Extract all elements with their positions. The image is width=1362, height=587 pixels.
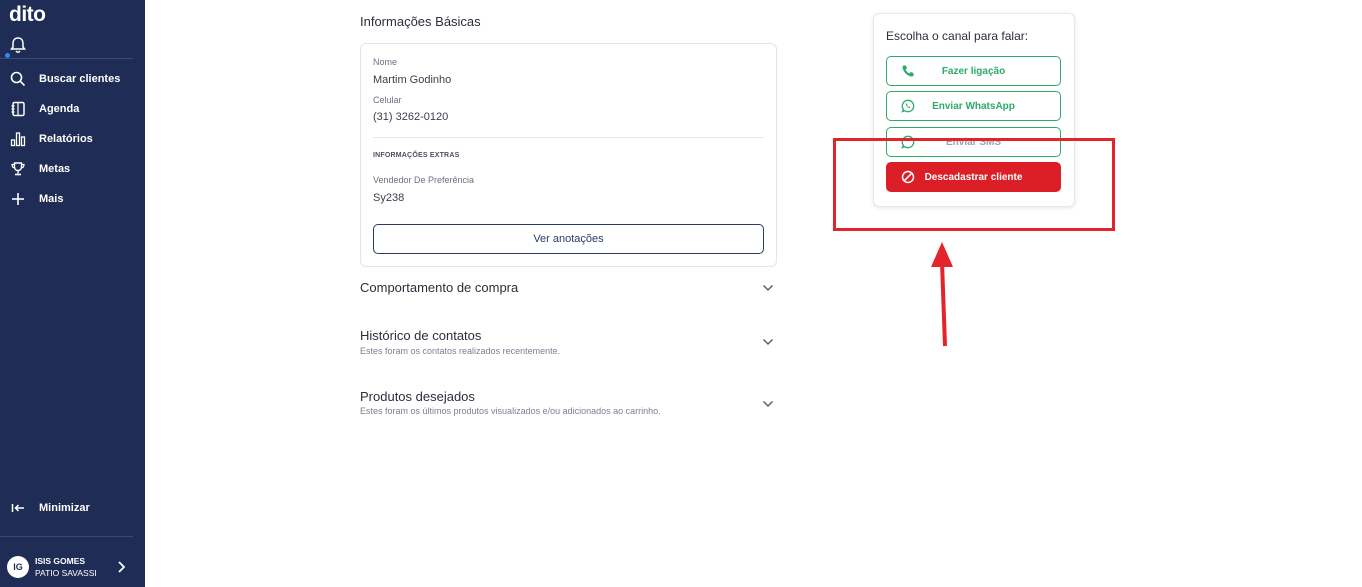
sidebar-divider [0, 536, 133, 537]
phone-icon [902, 65, 914, 77]
seller-label: Vendedor De Preferência [373, 175, 475, 185]
phone-label: Celular [373, 95, 402, 105]
sidebar-item-buscar-clientes[interactable]: Buscar clientes [0, 66, 145, 92]
sidebar-item-label: Metas [39, 163, 71, 175]
channel-title: Escolha o canal para falar: [886, 29, 1029, 43]
sidebar-item-label: Agenda [39, 103, 80, 115]
user-store: PATIO SAVASSI [35, 568, 97, 578]
view-notes-button[interactable]: Ver anotações [373, 224, 764, 254]
accordion-subtitle: Estes foram os contatos realizados recen… [360, 346, 561, 356]
card-divider [373, 137, 764, 138]
user-name: ISIS GOMES [35, 556, 86, 566]
name-label: Nome [373, 57, 398, 67]
sidebar-item-label: Buscar clientes [39, 73, 121, 85]
chevron-down-icon[interactable] [762, 338, 774, 346]
bell-icon[interactable] [9, 35, 27, 55]
search-icon [9, 70, 27, 88]
sidebar-item-mais[interactable]: Mais [0, 186, 145, 212]
accordion-contact-history[interactable]: Histórico de contatos [360, 328, 481, 343]
whatsapp-button[interactable]: Enviar WhatsApp [886, 91, 1061, 121]
avatar[interactable]: IG [7, 556, 29, 578]
sidebar-item-label: Relatórios [39, 133, 93, 145]
collapse-left-icon [9, 499, 27, 517]
sidebar: dito Buscar clientes Agenda Relatórios M… [0, 0, 145, 587]
app-logo[interactable]: dito [9, 3, 46, 27]
annotation-arrow-icon [931, 242, 953, 347]
name-value: Martim Godinho [373, 74, 452, 86]
sidebar-divider [0, 58, 133, 59]
seller-value: Sy238 [373, 192, 405, 204]
basic-info-card: Nome Martim Godinho Celular (31) 3262-01… [360, 43, 777, 267]
call-button-label: Fazer ligação [941, 65, 1006, 77]
accordion-purchase-behavior[interactable]: Comportamento de compra [360, 280, 518, 295]
chevron-down-icon[interactable] [762, 400, 774, 408]
phone-value: (31) 3262-0120 [373, 111, 449, 123]
chevron-down-icon[interactable] [762, 284, 774, 292]
sidebar-item-relatorios[interactable]: Relatórios [0, 126, 145, 152]
whatsapp-button-label: Enviar WhatsApp [932, 100, 1015, 112]
chevron-right-icon[interactable] [115, 560, 127, 574]
section-title: Informações Básicas [360, 14, 481, 29]
sidebar-item-label: Mais [39, 193, 64, 205]
accordion-subtitle: Estes foram os últimos produtos visualiz… [360, 406, 661, 416]
sidebar-item-agenda[interactable]: Agenda [0, 96, 145, 122]
chart-icon [9, 130, 27, 148]
minimize-label: Minimizar [39, 502, 90, 514]
accordion-wished-products[interactable]: Produtos desejados [360, 389, 475, 404]
whatsapp-icon [901, 99, 915, 113]
trophy-icon [9, 160, 27, 178]
minimize-button[interactable]: Minimizar [0, 495, 145, 521]
call-button[interactable]: Fazer ligação [886, 56, 1061, 86]
extra-info-label: INFORMAÇÕES EXTRAS [373, 152, 460, 159]
sidebar-item-metas[interactable]: Metas [0, 156, 145, 182]
agenda-icon [9, 100, 27, 118]
plus-icon [9, 190, 27, 208]
annotation-highlight-box [833, 138, 1115, 231]
